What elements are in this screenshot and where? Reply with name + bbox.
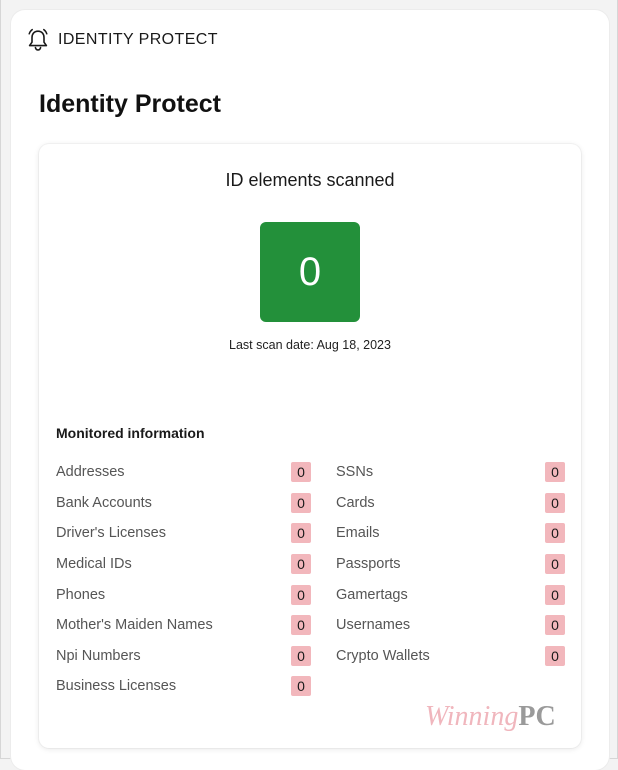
monitored-item-bank-accounts: Bank Accounts 0 xyxy=(56,488,311,519)
monitored-item-label: Crypto Wallets xyxy=(336,647,430,664)
monitored-item-label: Cards xyxy=(336,494,375,511)
watermark-bold-text: PC xyxy=(518,701,556,732)
monitored-item-label: Phones xyxy=(56,586,106,603)
monitored-item-label: Passports xyxy=(336,556,401,573)
monitored-item-label: Usernames xyxy=(336,617,411,634)
monitored-item-label: SSNs xyxy=(336,464,374,481)
count-badge: 0 xyxy=(291,492,311,513)
last-scan-date: Last scan date: Aug 18, 2023 xyxy=(229,338,391,352)
count-badge: 0 xyxy=(545,615,565,636)
identity-protect-panel: IDENTITY PROTECT Identity Protect ID ele… xyxy=(11,10,609,770)
scanned-count-value: 0 xyxy=(298,249,322,294)
monitored-item-cards: Cards 0 xyxy=(336,488,565,519)
count-badge: 0 xyxy=(291,523,311,544)
count-badge: 0 xyxy=(545,645,565,666)
count-badge: 0 xyxy=(291,554,311,575)
monitored-item-emails: Emails 0 xyxy=(336,518,565,549)
monitored-item-gamertags: Gamertags 0 xyxy=(336,579,565,610)
monitored-list-left: Addresses 0 Bank Accounts 0 Driver's Lic… xyxy=(56,457,311,702)
monitored-item-npi-numbers: Npi Numbers 0 xyxy=(56,641,311,672)
monitored-item-phones: Phones 0 xyxy=(56,579,311,610)
monitored-item-label: Emails xyxy=(336,525,380,542)
count-badge: 0 xyxy=(545,523,565,544)
watermark-script-text: Winning xyxy=(425,701,519,732)
monitored-information-heading: Monitored information xyxy=(56,425,205,441)
count-badge: 0 xyxy=(545,462,565,483)
count-badge: 0 xyxy=(291,676,311,697)
monitored-item-mothers-maiden-names: Mother's Maiden Names 0 xyxy=(56,610,311,641)
monitored-item-crypto-wallets: Crypto Wallets 0 xyxy=(336,641,565,672)
monitored-item-usernames: Usernames 0 xyxy=(336,610,565,641)
monitored-item-medical-ids: Medical IDs 0 xyxy=(56,549,311,580)
count-badge: 0 xyxy=(545,584,565,605)
monitored-item-business-licenses: Business Licenses 0 xyxy=(56,671,311,702)
monitored-item-label: Mother's Maiden Names xyxy=(56,617,213,634)
monitored-item-ssns: SSNs 0 xyxy=(336,457,565,488)
count-badge: 0 xyxy=(291,615,311,636)
monitored-item-label: Medical IDs xyxy=(56,556,132,573)
scan-summary-card: ID elements scanned 0 Last scan date: Au… xyxy=(39,144,581,748)
monitored-item-passports: Passports 0 xyxy=(336,549,565,580)
monitored-item-label: Addresses xyxy=(56,464,125,481)
monitored-item-label: Npi Numbers xyxy=(56,647,141,664)
bell-icon xyxy=(27,28,49,52)
monitored-item-addresses: Addresses 0 xyxy=(56,457,311,488)
monitored-item-label: Gamertags xyxy=(336,586,408,603)
count-badge: 0 xyxy=(291,645,311,666)
count-badge: 0 xyxy=(545,554,565,575)
monitored-item-label: Driver's Licenses xyxy=(56,525,166,542)
monitored-item-drivers-licenses: Driver's Licenses 0 xyxy=(56,518,311,549)
count-badge: 0 xyxy=(291,584,311,605)
count-badge: 0 xyxy=(291,462,311,483)
monitored-list-right: SSNs 0 Cards 0 Emails 0 Passports 0 Game… xyxy=(336,457,565,671)
monitored-item-label: Business Licenses xyxy=(56,678,177,695)
winningpc-watermark: WinningPC xyxy=(425,700,556,733)
scan-card-title: ID elements scanned xyxy=(225,170,395,190)
panel-header: IDENTITY PROTECT xyxy=(27,28,218,52)
page-title: Identity Protect xyxy=(39,90,221,118)
header-title: IDENTITY PROTECT xyxy=(58,31,218,48)
scanned-count-box: 0 xyxy=(260,222,360,322)
count-badge: 0 xyxy=(545,492,565,513)
monitored-item-label: Bank Accounts xyxy=(56,494,152,511)
